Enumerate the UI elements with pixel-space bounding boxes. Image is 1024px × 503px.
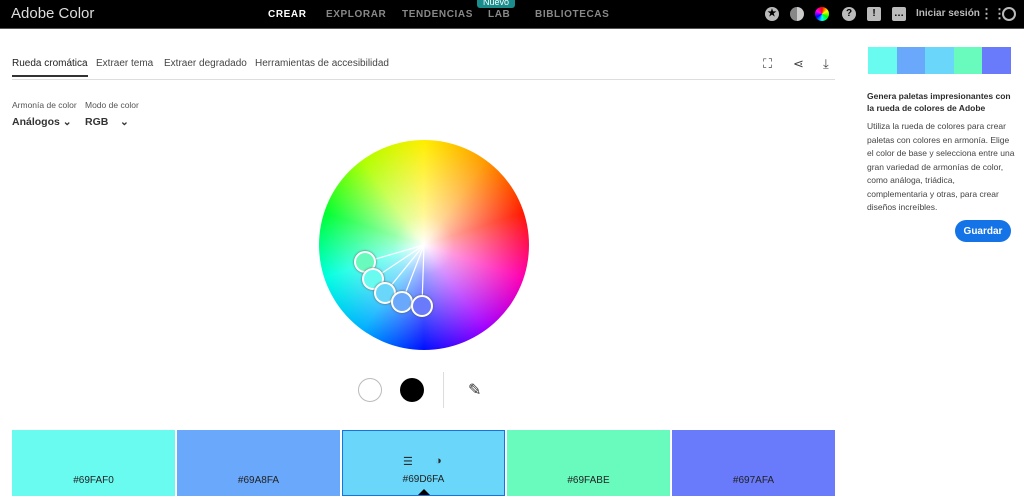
color-handle[interactable] — [411, 295, 433, 317]
sidebar-description: Utiliza la rueda de colores para crear p… — [867, 121, 1015, 212]
swatch-hex[interactable]: #69FAF0 — [12, 475, 175, 486]
color-handle[interactable] — [391, 291, 413, 313]
selected-indicator-icon — [418, 489, 430, 495]
dark-mode-button[interactable] — [400, 378, 424, 402]
swatch-hex[interactable]: #69D6FA — [343, 474, 504, 485]
swatch-hex[interactable]: #69A8FA — [177, 475, 340, 486]
swatch[interactable]: #69FAF0 — [12, 430, 175, 496]
divider — [443, 372, 444, 408]
contrast-icon[interactable]: ◑ — [435, 455, 442, 467]
swatch-selected[interactable]: ☰ ◑ #69D6FA — [342, 430, 505, 496]
save-button[interactable]: Guardar — [955, 220, 1011, 242]
harmony-lines — [364, 244, 425, 307]
swatch-hex[interactable]: #69FABE — [507, 475, 670, 486]
eyedropper-icon[interactable]: ✎ — [468, 380, 481, 400]
swatch[interactable]: #697AFA — [672, 430, 835, 496]
sliders-icon[interactable]: ☰ — [403, 455, 413, 468]
palette-preview — [868, 47, 1011, 74]
light-mode-button[interactable] — [358, 378, 382, 402]
swatch[interactable]: #69A8FA — [177, 430, 340, 496]
swatch[interactable]: #69FABE — [507, 430, 670, 496]
swatch-hex[interactable]: #697AFA — [672, 475, 835, 486]
sidebar-heading: Genera paletas impresionantes con la rue… — [867, 91, 1011, 113]
